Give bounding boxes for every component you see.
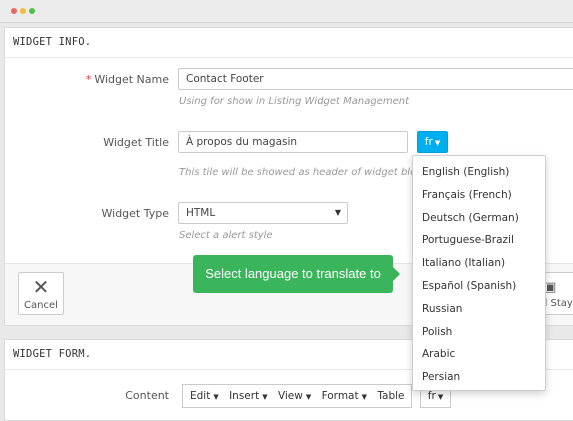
chevron-down-icon: ▼ [361,393,367,401]
chevron-down-icon: ▼ [437,393,444,401]
language-tooltip: Select language to translate to [193,255,400,293]
menu-edit[interactable]: Edit ▼ [190,390,219,402]
content-language-code: fr [427,390,436,402]
menu-table-label: Table [377,390,405,402]
widget-type-select[interactable]: HTML ▼ [178,202,348,224]
widget-title-label: Widget Title [103,136,169,149]
menu-insert-label: Insert [229,390,260,402]
menu-view[interactable]: View ▼ [278,390,311,402]
widget-title-input[interactable]: À propos du magasin [178,131,408,153]
select-caret-icon: ▼ [334,208,341,217]
maximize-window-dot[interactable] [29,8,35,14]
menu-format[interactable]: Format ▼ [322,390,367,402]
chevron-down-icon: ▼ [305,393,312,401]
menu-view-label: View [277,390,303,402]
editor-toolbar: Edit ▼ Insert ▼ View ▼ Format ▼ Table [182,384,412,408]
close-window-dot[interactable] [11,8,17,14]
widget-type-label: Widget Type [101,207,170,220]
language-option-spanish[interactable]: Español (Spanish) [413,275,545,298]
title-language-button[interactable]: fr ▼ [417,131,448,153]
chevron-down-icon: ▼ [262,393,268,401]
language-option-french[interactable]: Français (French) [413,184,545,207]
language-option-persian[interactable]: Persian [413,366,545,389]
menu-table[interactable]: Table [377,390,404,402]
title-language-code: fr [424,136,433,148]
widget-title-help: This tile will be showed as header of wi… [179,167,414,178]
widget-name-input[interactable]: Contact Footer [178,68,573,90]
language-option-italian[interactable]: Italiano (Italian) [413,252,545,275]
minimize-window-dot[interactable] [20,8,26,14]
chevron-down-icon: ▼ [213,393,219,401]
language-option-russian[interactable]: Russian [413,298,545,321]
widget-type-help: Select a alert style [179,230,273,241]
widget-info-heading: WIDGET INFO. [5,28,573,58]
widget-name-label: * Widget Name [5,73,169,86]
widget-name-label-text: Widget Name [94,73,169,86]
widget-type-value: HTML [186,207,216,219]
chevron-down-icon: ▼ [434,139,441,147]
language-option-arabic[interactable]: Arabic [413,343,545,366]
menu-edit-label: Edit [190,390,211,402]
cancel-button[interactable]: ✕ Cancel [18,272,64,315]
cancel-button-label: Cancel [24,300,58,311]
widget-name-help: Using for show in Listing Widget Managem… [179,96,410,107]
close-icon: ✕ [32,275,50,299]
menu-format-label: Format [321,390,359,402]
language-option-portuguese-brazil[interactable]: Portuguese-Brazil [413,229,545,252]
language-option-english[interactable]: English (English) [413,161,545,184]
content-label: Content [125,389,169,402]
required-marker: * [85,73,92,86]
language-dropdown-menu: English (English) Français (French) Deut… [412,155,546,391]
language-option-polish[interactable]: Polish [413,321,545,344]
window-titlebar [0,0,573,23]
language-option-german[interactable]: Deutsch (German) [413,207,545,230]
menu-insert[interactable]: Insert ▼ [229,390,268,402]
